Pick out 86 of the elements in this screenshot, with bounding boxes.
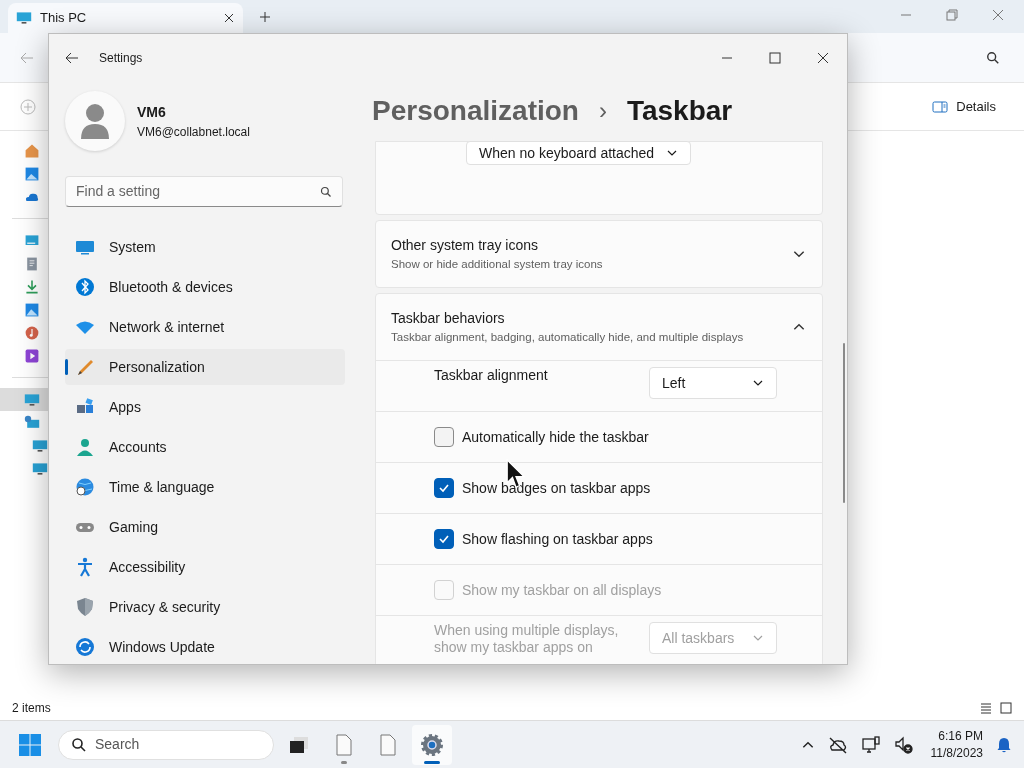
dropdown[interactable]: When no keyboard attached xyxy=(466,141,691,165)
person-icon xyxy=(75,437,95,457)
browser-tab[interactable]: This PC xyxy=(8,3,243,33)
settings-search-field[interactable]: Find a setting xyxy=(65,176,343,207)
pictures-icon xyxy=(24,301,40,318)
paintbrush-icon xyxy=(75,357,95,377)
shield-icon xyxy=(75,597,95,617)
monitor-icon xyxy=(32,460,48,477)
selection-indicator xyxy=(65,359,68,375)
section-title: Taskbar behaviors xyxy=(391,308,506,328)
volume-muted-icon[interactable] xyxy=(893,734,914,755)
tab-title: This PC xyxy=(40,9,88,28)
dropdown[interactable]: Left xyxy=(649,367,777,399)
running-indicator xyxy=(341,760,347,764)
maximize-icon[interactable] xyxy=(769,51,781,64)
section-header[interactable]: Other system tray icons Show or hide additional system tray icons xyxy=(376,221,822,287)
search-icon xyxy=(986,50,1000,65)
checkmark-icon xyxy=(438,482,450,494)
download-icon xyxy=(24,278,40,295)
section-subtitle: Show or hide additional system tray icons xyxy=(391,256,603,272)
checkmark-icon xyxy=(438,533,450,545)
back-arrow-icon[interactable] xyxy=(65,50,79,65)
sync-icon xyxy=(75,637,95,657)
monitor-icon xyxy=(16,10,32,26)
windows-logo-icon[interactable] xyxy=(18,732,42,757)
clock[interactable]: 6:16 PM 11/8/2023 xyxy=(930,727,983,762)
setting-label: Taskbar alignment xyxy=(434,367,549,384)
document-icon xyxy=(24,255,40,272)
checkbox[interactable] xyxy=(434,478,454,498)
nav-item[interactable]: Accounts xyxy=(65,429,345,465)
nav-item[interactable]: Personalization xyxy=(65,349,345,385)
home-icon xyxy=(24,142,40,159)
status-text: 2 items xyxy=(12,700,51,717)
nav-item[interactable]: Privacy & security xyxy=(65,589,345,625)
monitor-icon xyxy=(32,437,48,454)
music-icon xyxy=(24,324,40,341)
bluetooth-icon xyxy=(75,277,95,297)
globe-clock-icon xyxy=(75,477,95,497)
nav-item[interactable]: Apps xyxy=(65,389,345,425)
checkbox-label: Show flashing on taskbar apps xyxy=(462,529,653,549)
nav-item[interactable]: Time & language xyxy=(65,469,345,505)
section-title: Other system tray icons xyxy=(391,235,540,255)
breadcrumb-separator: › xyxy=(598,96,607,126)
close-icon[interactable] xyxy=(223,12,235,24)
network-icon[interactable] xyxy=(860,734,881,755)
nav-item[interactable]: Network & internet xyxy=(65,309,345,345)
search-icon xyxy=(320,185,332,198)
restore-icon[interactable] xyxy=(946,9,958,21)
checkbox-label: Automatically hide the taskbar xyxy=(462,427,649,447)
bell-icon[interactable] xyxy=(996,736,1012,753)
list-view-icon[interactable] xyxy=(980,702,992,714)
window-title: Settings xyxy=(99,49,143,67)
user-name: VM6 xyxy=(137,102,167,122)
monitor-icon xyxy=(24,391,40,408)
person-icon xyxy=(80,103,110,139)
video-icon xyxy=(24,347,40,364)
nav-item[interactable]: Gaming xyxy=(65,509,345,545)
checkbox-label: Show badges on taskbar apps xyxy=(462,478,651,498)
running-indicator xyxy=(424,760,440,764)
checkbox[interactable] xyxy=(434,529,454,549)
nav-pane-item[interactable] xyxy=(0,388,48,411)
network-monitor-icon xyxy=(24,414,40,431)
section-header[interactable]: Taskbar behaviors Taskbar alignment, badging, automatically hide, and multiple displays xyxy=(376,294,822,360)
checkbox-label: Show my taskbar on all displays xyxy=(462,580,662,600)
nav-item[interactable]: Bluetooth & devices xyxy=(65,269,345,305)
taskbar-app[interactable] xyxy=(412,724,452,765)
accessibility-icon xyxy=(75,557,95,577)
page-title: Taskbar xyxy=(626,94,733,128)
nav-item[interactable]: Accessibility xyxy=(65,549,345,585)
gear-icon xyxy=(420,732,444,757)
plus-icon[interactable] xyxy=(259,11,271,23)
nav-item[interactable]: Windows Update xyxy=(65,629,345,664)
close-icon[interactable] xyxy=(817,51,829,64)
section-subtitle: Taskbar alignment, badging, automatically hide, and multiple displays xyxy=(391,329,744,345)
details-pane-icon xyxy=(932,98,949,115)
breadcrumb-parent[interactable]: Personalization xyxy=(372,90,579,132)
setting-label: When using multiple displays, show my taskbar apps on xyxy=(434,622,620,656)
checkbox[interactable] xyxy=(434,427,454,447)
taskbar-search-field[interactable]: Search xyxy=(58,729,274,760)
tiles-view-icon[interactable] xyxy=(1000,702,1012,714)
gallery-icon xyxy=(24,165,40,182)
details-button[interactable]: Details xyxy=(924,92,1004,121)
search-icon xyxy=(71,736,87,753)
user-email: VM6@collabnet.local xyxy=(137,123,250,141)
nav-item[interactable]: System xyxy=(65,229,345,265)
scrollbar[interactable] xyxy=(843,343,845,503)
